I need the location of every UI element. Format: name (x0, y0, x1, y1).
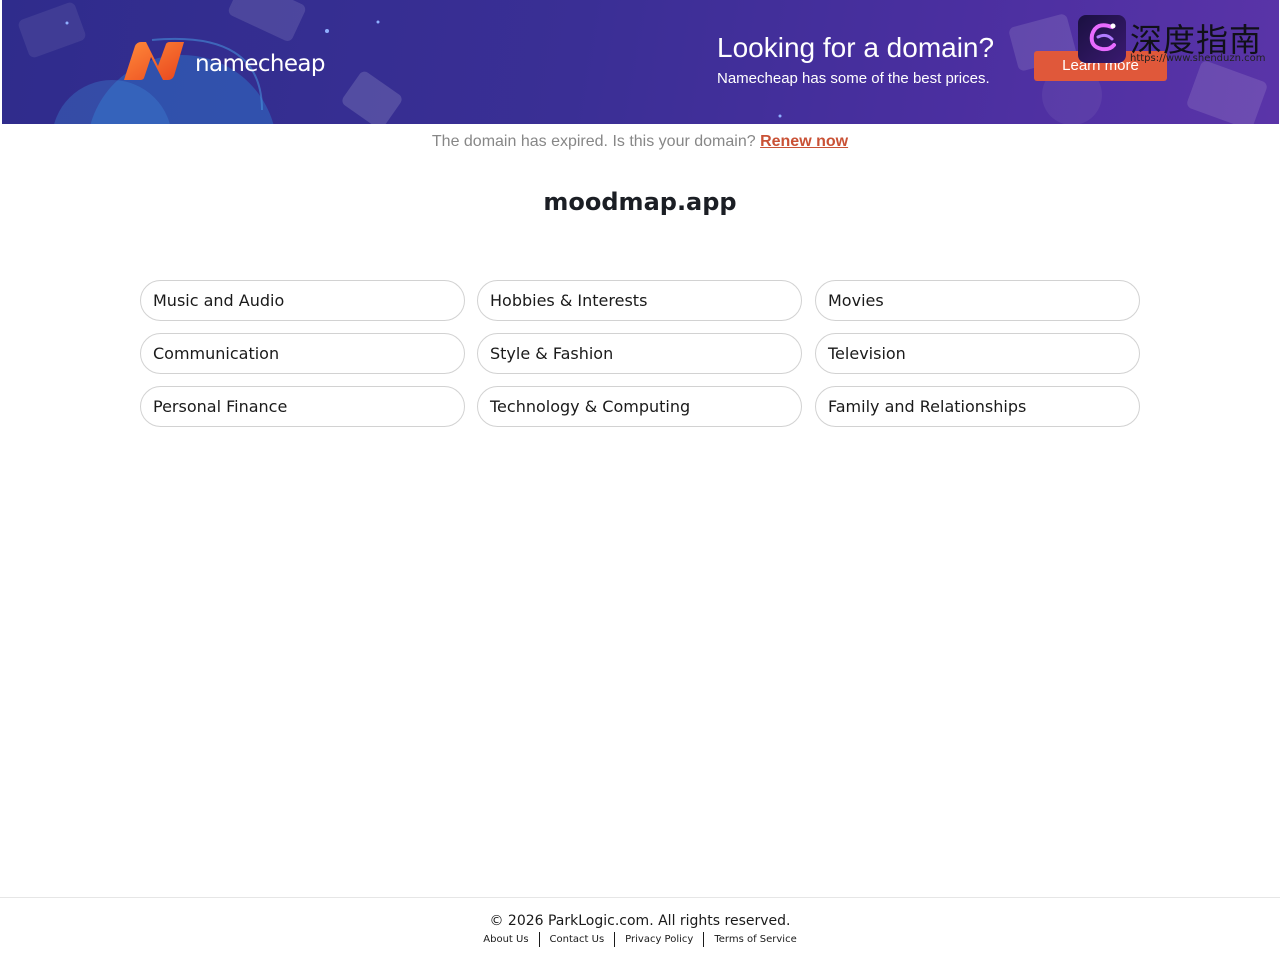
footer-links: About Us Contact Us Privacy Policy Terms… (0, 932, 1280, 947)
footer: © 2026 ParkLogic.com. All rights reserve… (0, 897, 1280, 960)
ad-title: Looking for a domain? (717, 32, 995, 63)
category-link[interactable]: Hobbies & Interests (477, 280, 802, 321)
ad-subtitle: Namecheap has some of the best prices. (717, 70, 990, 87)
watermark-logo-icon (1078, 15, 1126, 63)
category-link[interactable]: Music and Audio (140, 280, 465, 321)
logo-text: namecheap (195, 51, 326, 77)
category-link[interactable]: Technology & Computing (477, 386, 802, 427)
copyright-text: © 2026 ParkLogic.com. All rights reserve… (489, 913, 791, 929)
renew-now-link[interactable]: Renew now (760, 133, 848, 150)
expired-notice: The domain has expired. Is this your dom… (0, 133, 1280, 151)
category-link[interactable]: Family and Relationships (815, 386, 1140, 427)
footer-link-terms[interactable]: Terms of Service (704, 934, 806, 945)
footer-link-privacy[interactable]: Privacy Policy (615, 934, 703, 945)
namecheap-logo-icon (124, 42, 184, 80)
watermark-url: https://www.shenduzn.com (1130, 53, 1266, 64)
watermark: 深度指南 https://www.shenduzn.com (1078, 15, 1268, 67)
expired-notice-text: The domain has expired. Is this your dom… (431, 133, 756, 150)
namecheap-logo[interactable]: namecheap (122, 42, 326, 82)
category-link[interactable]: Style & Fashion (477, 333, 802, 374)
footer-link-contact[interactable]: Contact Us (540, 934, 615, 945)
domain-title: moodmap.app (543, 188, 737, 216)
category-link[interactable]: Personal Finance (140, 386, 465, 427)
category-link[interactable]: Movies (815, 280, 1140, 321)
category-link[interactable]: Communication (140, 333, 465, 374)
footer-link-about[interactable]: About Us (473, 934, 538, 945)
category-link[interactable]: Television (815, 333, 1140, 374)
ad-banner[interactable]: namecheap Looking for a domain? Namechea… (2, 0, 1279, 124)
